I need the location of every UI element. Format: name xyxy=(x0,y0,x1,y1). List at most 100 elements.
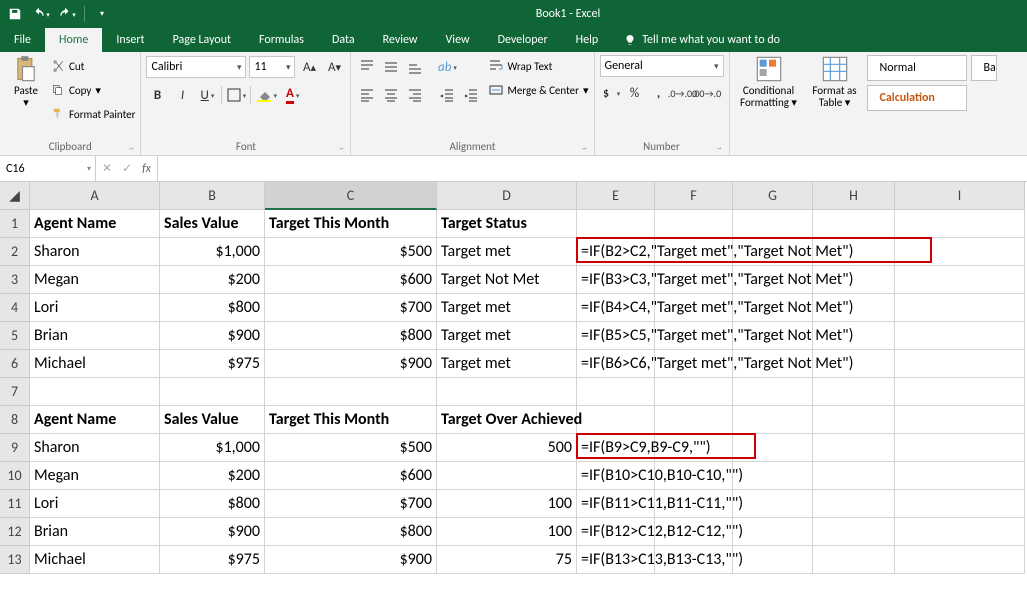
cell-D4[interactable]: Target met xyxy=(437,294,577,322)
font-name-select[interactable]: Calibri xyxy=(146,56,246,78)
cell-A8[interactable]: Agent Name xyxy=(30,406,160,434)
col-header-B[interactable]: B xyxy=(160,182,265,210)
comma-button[interactable]: , xyxy=(648,82,670,104)
cell-G7[interactable] xyxy=(733,378,813,406)
cell-C7[interactable] xyxy=(265,378,437,406)
cell-D10[interactable] xyxy=(437,462,577,490)
cell-C6[interactable]: $900 xyxy=(265,350,437,378)
col-header-C[interactable]: C xyxy=(265,182,437,210)
cell-B5[interactable]: $900 xyxy=(160,322,265,350)
row-header-2[interactable]: 2 xyxy=(0,238,30,266)
col-header-D[interactable]: D xyxy=(437,182,577,210)
tab-page-layout[interactable]: Page Layout xyxy=(159,28,245,52)
cell-E12[interactable]: =IF(B12>C12,B12-C12,"") xyxy=(577,518,655,546)
merge-center-button[interactable]: Merge & Center ▾ xyxy=(489,79,588,101)
cell-B8[interactable]: Sales Value xyxy=(160,406,265,434)
cell-E7[interactable] xyxy=(577,378,655,406)
cell-B7[interactable] xyxy=(160,378,265,406)
cell-B12[interactable]: $900 xyxy=(160,518,265,546)
orientation-button[interactable]: ab xyxy=(436,56,458,78)
cell-B2[interactable]: $1,000 xyxy=(160,238,265,266)
cell-D2[interactable]: Target met xyxy=(437,238,577,266)
cell-I9[interactable] xyxy=(895,434,1025,462)
cell-A1[interactable]: Agent Name xyxy=(30,210,160,238)
col-header-H[interactable]: H xyxy=(813,182,895,210)
cell-B4[interactable]: $800 xyxy=(160,294,265,322)
cancel-formula-button[interactable]: ✕ xyxy=(102,161,112,176)
cell-H1[interactable] xyxy=(813,210,895,238)
row-header-3[interactable]: 3 xyxy=(0,266,30,294)
tab-help[interactable]: Help xyxy=(562,28,613,52)
cell-D12[interactable]: 100 xyxy=(437,518,577,546)
cell-style-normal[interactable]: Normal xyxy=(867,55,967,81)
cell-G11[interactable] xyxy=(733,490,813,518)
col-header-I[interactable]: I xyxy=(895,182,1025,210)
cell-E9[interactable]: =IF(B9>C9,B9-C9,"") xyxy=(577,434,655,462)
cell-B10[interactable]: $200 xyxy=(160,462,265,490)
cell-C13[interactable]: $900 xyxy=(265,546,437,574)
col-header-A[interactable]: A xyxy=(30,182,160,210)
cell-D11[interactable]: 100 xyxy=(437,490,577,518)
align-center-button[interactable] xyxy=(380,84,402,106)
decrease-indent-button[interactable] xyxy=(436,84,458,106)
cell-B11[interactable]: $800 xyxy=(160,490,265,518)
bold-button[interactable]: B xyxy=(146,84,168,106)
cell-D13[interactable]: 75 xyxy=(437,546,577,574)
cell-I11[interactable] xyxy=(895,490,1025,518)
cell-F7[interactable] xyxy=(655,378,733,406)
tab-file[interactable]: File xyxy=(0,28,45,52)
cell-C3[interactable]: $600 xyxy=(265,266,437,294)
row-header-11[interactable]: 11 xyxy=(0,490,30,518)
cell-B1[interactable]: Sales Value xyxy=(160,210,265,238)
cell-A12[interactable]: Brian xyxy=(30,518,160,546)
cell-I4[interactable] xyxy=(895,294,1025,322)
cell-I8[interactable] xyxy=(895,406,1025,434)
cell-A13[interactable]: Michael xyxy=(30,546,160,574)
cell-A7[interactable] xyxy=(30,378,160,406)
cell-G10[interactable] xyxy=(733,462,813,490)
cell-E4[interactable]: =IF(B4>C4,"Target met","Target Not Met") xyxy=(577,294,655,322)
cell-G13[interactable] xyxy=(733,546,813,574)
cell-G12[interactable] xyxy=(733,518,813,546)
cell-D5[interactable]: Target met xyxy=(437,322,577,350)
cell-H12[interactable] xyxy=(813,518,895,546)
spreadsheet-grid[interactable]: ◢ A B C D E F G H I 1 Agent Name Sales V… xyxy=(0,182,1027,574)
enter-formula-button[interactable]: ✓ xyxy=(122,161,132,176)
cut-button[interactable]: Cut xyxy=(51,55,135,77)
tab-formulas[interactable]: Formulas xyxy=(245,28,318,52)
cell-E8[interactable] xyxy=(577,406,655,434)
qat-customize[interactable]: ▾ xyxy=(91,3,113,25)
accounting-format-button[interactable]: $ xyxy=(600,82,622,104)
cell-A6[interactable]: Michael xyxy=(30,350,160,378)
cell-D7[interactable] xyxy=(437,378,577,406)
undo-button[interactable]: ▾ xyxy=(30,3,52,25)
row-header-5[interactable]: 5 xyxy=(0,322,30,350)
cell-E11[interactable]: =IF(B11>C11,B11-C11,"") xyxy=(577,490,655,518)
cell-H11[interactable] xyxy=(813,490,895,518)
cell-C8[interactable]: Target This Month xyxy=(265,406,437,434)
format-painter-button[interactable]: Format Painter xyxy=(51,103,135,125)
align-right-button[interactable] xyxy=(404,84,426,106)
redo-button[interactable]: ▾ xyxy=(56,3,78,25)
cell-E2[interactable]: =IF(B2>C2,"Target met","Target Not Met") xyxy=(577,238,655,266)
tab-data[interactable]: Data xyxy=(318,28,369,52)
cell-E6[interactable]: =IF(B6>C6,"Target met","Target Not Met") xyxy=(577,350,655,378)
cell-I1[interactable] xyxy=(895,210,1025,238)
cell-C4[interactable]: $700 xyxy=(265,294,437,322)
cell-H7[interactable] xyxy=(813,378,895,406)
cell-B13[interactable]: $975 xyxy=(160,546,265,574)
cell-A9[interactable]: Sharon xyxy=(30,434,160,462)
tab-insert[interactable]: Insert xyxy=(102,28,158,52)
cell-D9[interactable]: 500 xyxy=(437,434,577,462)
save-button[interactable] xyxy=(4,3,26,25)
cell-A4[interactable]: Lori xyxy=(30,294,160,322)
cell-E3[interactable]: =IF(B3>C3,"Target met","Target Not Met") xyxy=(577,266,655,294)
cell-A3[interactable]: Megan xyxy=(30,266,160,294)
cell-C5[interactable]: $800 xyxy=(265,322,437,350)
col-header-F[interactable]: F xyxy=(655,182,733,210)
cell-E10[interactable]: =IF(B10>C10,B10-C10,"") xyxy=(577,462,655,490)
increase-decimal-button[interactable]: .0→.00 xyxy=(672,82,694,104)
row-header-9[interactable]: 9 xyxy=(0,434,30,462)
increase-indent-button[interactable] xyxy=(460,84,482,106)
cell-I2[interactable] xyxy=(895,238,1025,266)
